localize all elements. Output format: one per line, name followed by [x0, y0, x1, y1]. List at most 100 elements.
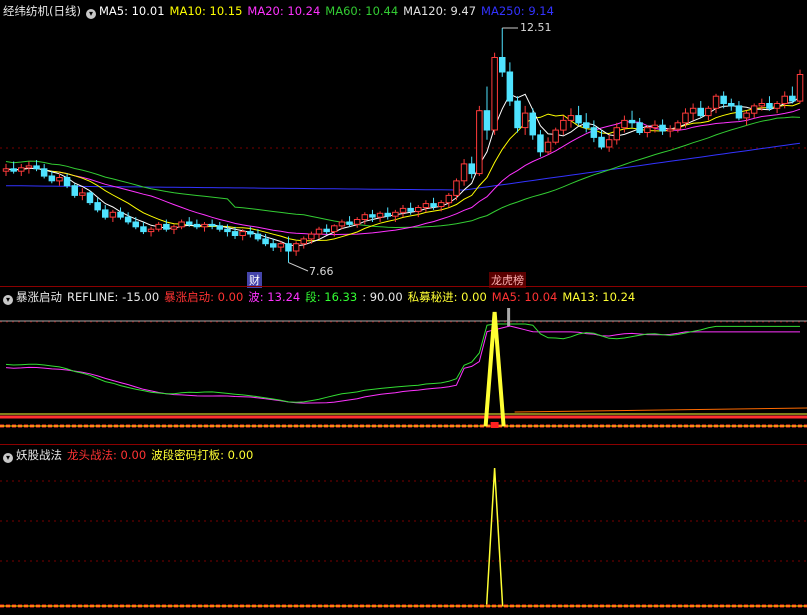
candle [781, 95, 788, 104]
candle [499, 57, 506, 73]
candle [537, 134, 544, 153]
candle [491, 57, 498, 131]
candle [514, 100, 521, 129]
candle [750, 105, 758, 114]
ma60-label: MA60: 10.44 [325, 4, 399, 18]
candle [315, 228, 323, 235]
candle [712, 95, 720, 109]
candle [705, 107, 712, 117]
candle [384, 212, 391, 217]
candle [56, 177, 63, 182]
candle [445, 194, 453, 204]
candle [598, 136, 605, 148]
boduan-spike [485, 467, 504, 607]
candle [628, 119, 636, 124]
candle [132, 221, 139, 228]
candle [231, 231, 239, 237]
candle [689, 107, 697, 114]
bo-line [5, 325, 800, 404]
candle [178, 221, 185, 228]
candle [376, 212, 384, 218]
baozhang-value: 暴涨启动: 0.00 [164, 290, 244, 304]
candle [86, 192, 94, 204]
expand-icon[interactable]: ▾ [85, 9, 96, 19]
candle [10, 168, 17, 172]
expand-icon[interactable]: ▾ [3, 295, 13, 305]
candle [285, 243, 292, 252]
candle [476, 110, 483, 175]
candle [239, 231, 246, 237]
candle [369, 214, 376, 218]
candle [201, 223, 208, 228]
candle [163, 223, 170, 230]
spike-marker [490, 422, 499, 428]
low-pointer [288, 262, 309, 272]
candle [506, 71, 514, 102]
candle [735, 105, 743, 119]
main-chart-pane[interactable]: 经纬纺机(日线) ▾ MA5: 10.01 MA10: 10.15 MA20: 10.2… [0, 0, 807, 288]
candle [758, 103, 766, 107]
duan-value: 段: 16.33 [305, 290, 358, 304]
candle [124, 216, 132, 223]
candle [254, 233, 262, 240]
main-chart-header: 经纬纺机(日线) ▾ MA5: 10.01 MA10: 10.15 MA20: 10.2… [3, 3, 559, 19]
candle [720, 95, 727, 104]
candle [170, 226, 178, 230]
candle [667, 128, 674, 132]
ma5-line [5, 93, 801, 247]
candle [216, 225, 223, 230]
indicator-pane-baozhang[interactable]: ▾ 暴涨启动 REFLINE: -15.00 暴涨启动: 0.00 波: 13.24 段:… [0, 286, 807, 444]
candle [567, 115, 575, 121]
candle [789, 95, 796, 102]
ind-ma13-value: MA13: 10.24 [562, 290, 636, 304]
ma120-label: MA120: 9.47 [403, 4, 477, 18]
ma5-label: MA5: 10.01 [98, 4, 165, 18]
yaogu-indicator-chart[interactable] [0, 444, 807, 615]
bo-value: 波: 13.24 [248, 290, 301, 304]
indicator-header: ▾ 暴涨启动 REFLINE: -15.00 暴涨启动: 0.00 波: 13.24 段:… [3, 289, 640, 305]
candle [766, 103, 773, 109]
indicator-title: 暴涨启动 [16, 290, 62, 304]
candle [407, 207, 414, 212]
candle [18, 167, 25, 172]
candle [346, 221, 353, 225]
expand-icon[interactable]: ▾ [3, 453, 13, 463]
candle [208, 223, 216, 227]
ma250-line [5, 142, 801, 191]
candle [117, 211, 124, 218]
stock-title: 经纬纺机(日线) [3, 4, 81, 18]
candle [552, 129, 559, 143]
candle [308, 233, 315, 240]
ind-ma5-value: MA5: 10.04 [491, 290, 558, 304]
boduan-value: 波段密码打板: 0.00 [151, 448, 254, 462]
candle [399, 207, 407, 213]
candle [521, 112, 529, 129]
candle [224, 228, 231, 233]
candle [415, 207, 422, 212]
indicator-pane-yaogu[interactable]: ▾ 妖股战法 龙头战法: 0.00 波段密码打板: 0.00 [0, 444, 807, 615]
candle [422, 203, 430, 209]
ninety-value: : 90.00 [362, 290, 403, 304]
candle [48, 175, 56, 182]
candle [651, 124, 659, 129]
candlestick-chart[interactable] [0, 0, 807, 286]
candle [575, 115, 582, 124]
candle [644, 127, 651, 133]
candle [2, 168, 10, 172]
trend-line [514, 407, 807, 413]
candle [483, 110, 491, 131]
baozhang-spike [483, 311, 506, 427]
candle [63, 177, 71, 187]
candle [392, 211, 399, 217]
candle [460, 163, 468, 182]
candle [529, 112, 536, 136]
candle [155, 223, 162, 230]
candle [300, 238, 307, 245]
low-price-label: 7.66 [309, 265, 334, 278]
candle [33, 165, 40, 170]
candle [590, 127, 598, 138]
candle [430, 203, 437, 208]
candle [437, 202, 445, 208]
candle [659, 124, 666, 132]
baozhang-indicator-chart[interactable] [0, 286, 807, 444]
